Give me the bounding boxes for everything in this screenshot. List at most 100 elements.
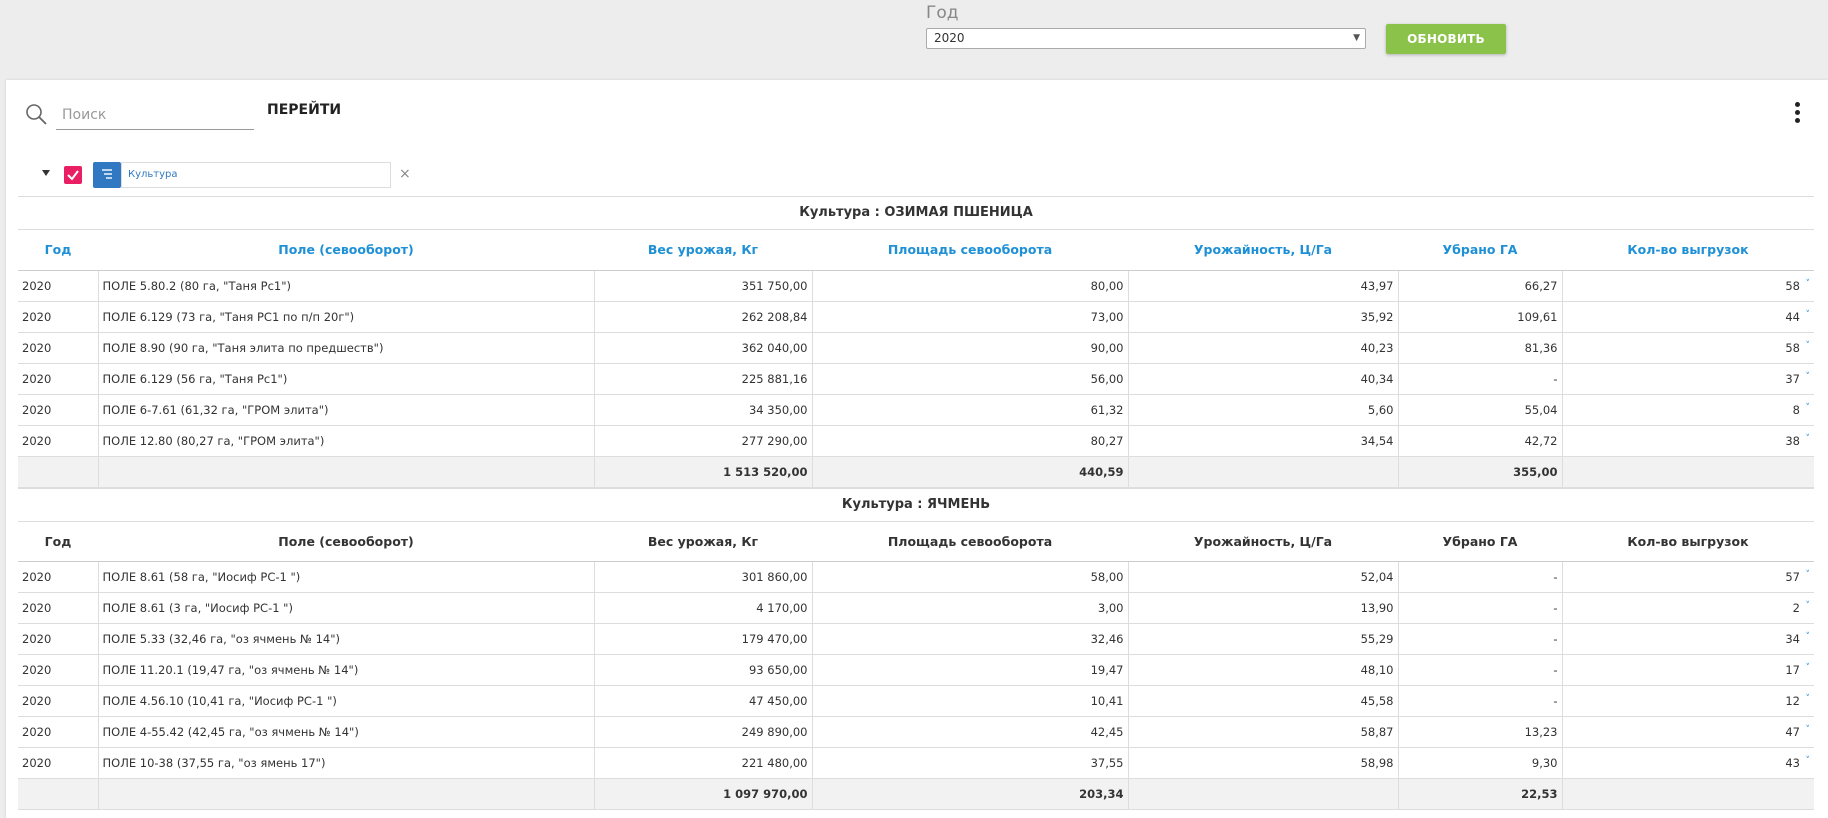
column-header-weight: Вес урожая, Кг: [594, 521, 812, 562]
cell-area: 3,00: [812, 592, 1129, 624]
more-menu-icon[interactable]: [1792, 102, 1802, 126]
cell-yield: 35,92: [1128, 301, 1399, 333]
table-row: 2020 ПОЛЕ 4-55.42 (42,45 га, "оз ячмень №…: [18, 716, 1814, 748]
cell-weight: 351 750,00: [594, 270, 813, 302]
cell-weight: 249 890,00: [594, 716, 813, 748]
collapse-triangle-icon[interactable]: [42, 170, 50, 176]
cell-loads-value: 12: [1785, 694, 1800, 708]
total-weight: 1 513 520,00: [594, 456, 813, 488]
cell-year: 2020: [18, 623, 99, 655]
cell-loads: 37 ˅: [1562, 363, 1814, 395]
total-yield: [1128, 778, 1399, 810]
cell-area: 56,00: [812, 363, 1129, 395]
column-header-harvested[interactable]: Убрано ГА: [1398, 230, 1562, 271]
cell-harvested: 109,61: [1398, 301, 1563, 333]
cell-field: ПОЛЕ 6.129 (56 га, "Таня Рс1"): [98, 363, 595, 395]
chevron-down-icon[interactable]: ▼: [1353, 29, 1360, 48]
column-header-harvested: Убрано ГА: [1398, 521, 1562, 562]
total-weight: 1 097 970,00: [594, 778, 813, 810]
column-header-field: Поле (севооборот): [98, 521, 594, 562]
chevron-down-icon[interactable]: ˅: [1806, 403, 1811, 413]
cell-loads-value: 2: [1792, 601, 1800, 615]
cell-harvested: -: [1398, 623, 1563, 655]
cell-year: 2020: [18, 654, 99, 686]
cell-yield: 58,87: [1128, 716, 1399, 748]
chevron-down-icon[interactable]: ˅: [1806, 372, 1811, 382]
total-year: [18, 456, 99, 488]
cell-loads-value: 57: [1785, 570, 1800, 584]
cell-yield: 40,23: [1128, 332, 1399, 364]
cell-yield: 45,58: [1128, 685, 1399, 717]
cell-loads-value: 44: [1785, 309, 1800, 324]
cell-field: ПОЛЕ 12.80 (80,27 га, "ГРОМ элита"): [98, 425, 595, 457]
cell-area: 32,46: [812, 623, 1129, 655]
chevron-down-icon[interactable]: ˅: [1806, 570, 1811, 580]
cell-loads: 12 ˅: [1562, 685, 1814, 717]
chevron-down-icon[interactable]: ˅: [1806, 694, 1811, 704]
cell-loads: 2 ˅: [1562, 592, 1814, 624]
cell-yield: 34,54: [1128, 425, 1399, 457]
group-title: Культура : ОЗИМАЯ ПШЕНИЦА: [18, 196, 1814, 230]
column-header-field[interactable]: Поле (севооборот): [98, 230, 594, 271]
cell-loads: 44 ˅: [1562, 301, 1814, 333]
cell-harvested: 9,30: [1398, 747, 1563, 779]
cell-year: 2020: [18, 363, 99, 395]
chevron-down-icon[interactable]: ˅: [1806, 663, 1811, 673]
cell-weight: 93 650,00: [594, 654, 813, 686]
table-row: 2020 ПОЛЕ 6.129 (73 га, "Таня РС1 по п/п …: [18, 301, 1814, 333]
chevron-down-icon[interactable]: ˅: [1806, 601, 1811, 611]
search-icon[interactable]: [24, 102, 48, 126]
close-icon[interactable]: ×: [399, 166, 411, 182]
table-row: 2020 ПОЛЕ 12.80 (80,27 га, "ГРОМ элита") 2…: [18, 425, 1814, 457]
cell-weight: 4 170,00: [594, 592, 813, 624]
search-input[interactable]: Поиск: [56, 100, 254, 130]
group-checkbox[interactable]: [64, 166, 82, 184]
table-row: 2020 ПОЛЕ 6.129 (56 га, "Таня Рс1") 225 88…: [18, 363, 1814, 395]
chevron-down-icon[interactable]: ˅: [1806, 341, 1811, 351]
cell-loads: 57 ˅: [1562, 561, 1814, 593]
group-field[interactable]: Культура: [121, 162, 391, 188]
cell-year: 2020: [18, 301, 99, 333]
cell-field: ПОЛЕ 5.33 (32,46 га, "оз ячмень № 14"): [98, 623, 595, 655]
cell-year: 2020: [18, 425, 99, 457]
cell-area: 73,00: [812, 301, 1129, 333]
cell-area: 80,27: [812, 425, 1129, 457]
chevron-down-icon[interactable]: ˅: [1806, 434, 1811, 444]
column-header-year[interactable]: Год: [18, 230, 98, 271]
chevron-down-icon[interactable]: ˅: [1806, 632, 1811, 642]
refresh-button[interactable]: ОБНОВИТЬ: [1386, 24, 1506, 54]
grouped-report: Культура : ОЗИМАЯ ПШЕНИЦА Год Поле (севооб…: [18, 196, 1814, 810]
column-header-loads[interactable]: Кол-во выгрузок: [1562, 230, 1814, 271]
cell-area: 37,55: [812, 747, 1129, 779]
cell-field: ПОЛЕ 10-38 (37,55 га, "оз ямень 17"): [98, 747, 595, 779]
chevron-down-icon[interactable]: ˅: [1806, 279, 1811, 289]
column-header-weight[interactable]: Вес урожая, Кг: [594, 230, 812, 271]
column-header-yield: Урожайность, Ц/Га: [1128, 521, 1398, 562]
total-loads: [1562, 456, 1814, 488]
cell-field: ПОЛЕ 6.129 (73 га, "Таня РС1 по п/п 20г"…: [98, 301, 595, 333]
chevron-down-icon[interactable]: ˅: [1806, 310, 1811, 320]
cell-loads: 38 ˅: [1562, 425, 1814, 457]
cell-loads: 17 ˅: [1562, 654, 1814, 686]
chevron-down-icon[interactable]: ˅: [1806, 756, 1811, 766]
cell-weight: 221 480,00: [594, 747, 813, 779]
cell-year: 2020: [18, 747, 99, 779]
cell-area: 58,00: [812, 561, 1129, 593]
chevron-down-icon[interactable]: ˅: [1806, 725, 1811, 735]
cell-field: ПОЛЕ 5.80.2 (80 га, "Таня Рс1"): [98, 270, 595, 302]
cell-year: 2020: [18, 685, 99, 717]
cell-area: 61,32: [812, 394, 1129, 426]
group-table: Год Поле (севооборот) Вес урожая, Кг Площад…: [18, 521, 1814, 810]
cell-harvested: 66,27: [1398, 270, 1563, 302]
cell-field: ПОЛЕ 8.61 (3 га, "Иосиф РС-1 "): [98, 592, 595, 624]
total-area: 203,34: [812, 778, 1129, 810]
cell-harvested: 13,23: [1398, 716, 1563, 748]
column-header-yield[interactable]: Урожайность, Ц/Га: [1128, 230, 1398, 271]
cell-harvested: 81,36: [1398, 332, 1563, 364]
cell-yield: 58,98: [1128, 747, 1399, 779]
year-select[interactable]: 2020 ▼: [926, 28, 1366, 49]
cell-year: 2020: [18, 716, 99, 748]
column-header-area[interactable]: Площадь севооборота: [812, 230, 1128, 271]
filter-bar: Год 2020 ▼ ОБНОВИТЬ: [0, 0, 1828, 80]
goto-button[interactable]: ПЕРЕЙТИ: [267, 102, 341, 118]
